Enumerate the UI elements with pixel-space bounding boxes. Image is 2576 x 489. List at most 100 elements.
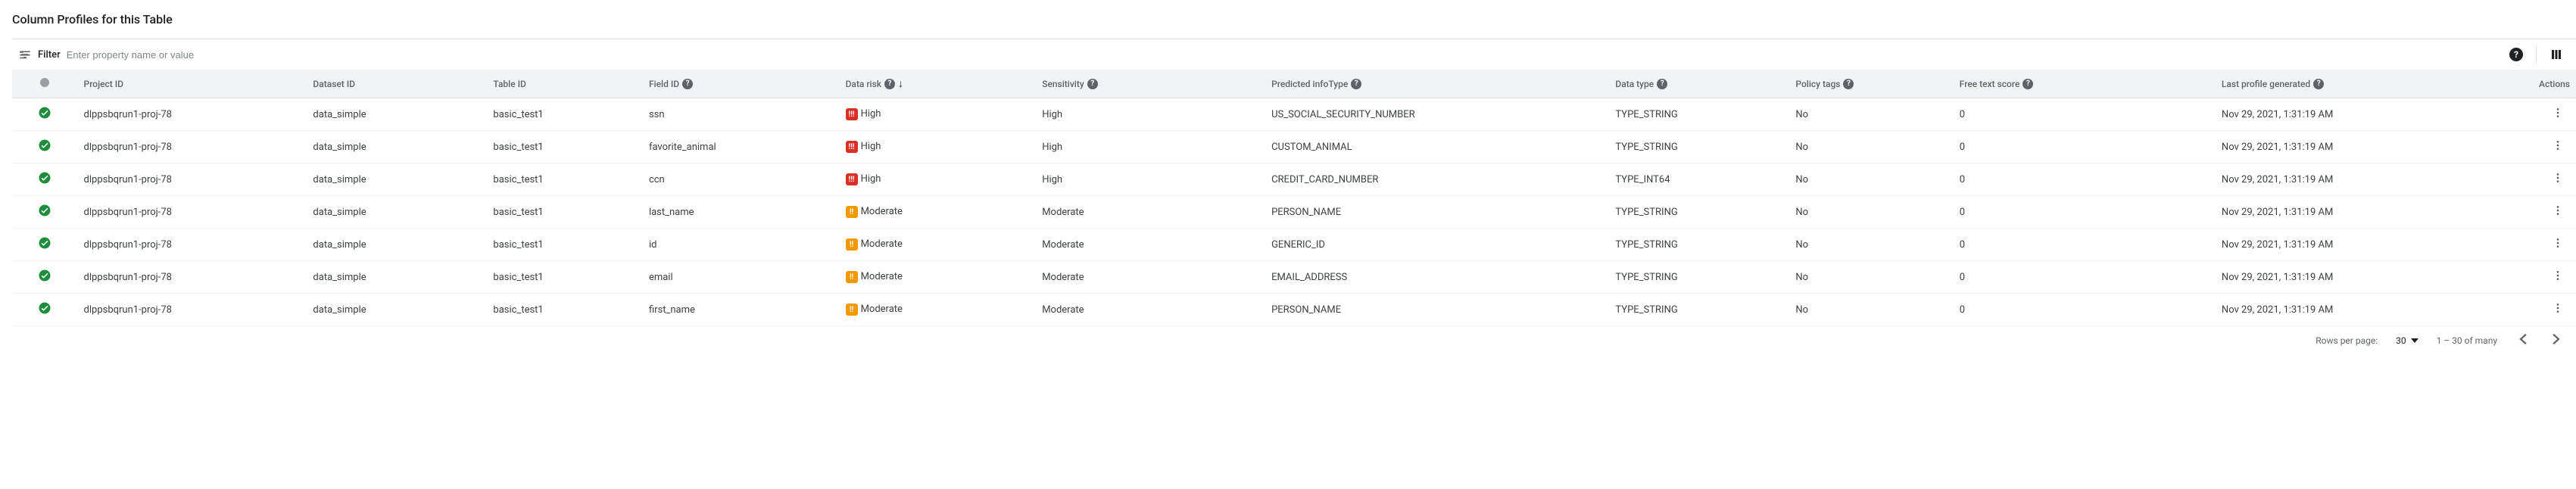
- cell-project-id: dlppsbqrun1-proj-78: [78, 261, 307, 294]
- table-row: dlppsbqrun1-proj-78data_simplebasic_test…: [12, 164, 2576, 196]
- cell-data-risk: !!!High: [840, 164, 1037, 196]
- header-table-id[interactable]: Table ID: [487, 70, 643, 98]
- header-free-text-score[interactable]: Free text score ?: [1954, 70, 2216, 98]
- help-icon: ?: [1087, 79, 1098, 89]
- cell-field-id: first_name: [643, 294, 840, 326]
- table-row: dlppsbqrun1-proj-78data_simplebasic_test…: [12, 294, 2576, 326]
- row-actions-button[interactable]: [2552, 273, 2570, 285]
- header-policy-tags[interactable]: Policy tags ?: [1789, 70, 1953, 98]
- status-success-icon: [38, 139, 51, 152]
- chevron-left-icon: [2519, 334, 2527, 344]
- cell-free-text-score: 0: [1954, 261, 2216, 294]
- cell-last-profile: Nov 29, 2021, 1:31:19 AM: [2216, 294, 2494, 326]
- cell-dataset-id: data_simple: [307, 294, 487, 326]
- cell-dataset-id: data_simple: [307, 261, 487, 294]
- table-header-row: Project ID Dataset ID Table ID Field ID …: [12, 70, 2576, 98]
- cell-sensitivity: Moderate: [1036, 196, 1265, 229]
- cell-dataset-id: data_simple: [307, 164, 487, 196]
- cell-free-text-score: 0: [1954, 294, 2216, 326]
- cell-field-id: ccn: [643, 164, 840, 196]
- cell-datatype: TYPE_STRING: [1609, 196, 1789, 229]
- header-data-risk[interactable]: Data risk ? ↓: [840, 70, 1037, 98]
- pagination-range: 1 – 30 of many: [2437, 335, 2497, 346]
- row-actions-button[interactable]: [2552, 111, 2570, 122]
- cell-datatype: TYPE_STRING: [1609, 98, 1789, 131]
- status-success-icon: [38, 236, 51, 250]
- more-vert-icon: [2552, 107, 2564, 119]
- header-data-type[interactable]: Data type ?: [1609, 70, 1789, 98]
- help-icon: ?: [1843, 79, 1854, 89]
- cell-sensitivity: High: [1036, 164, 1265, 196]
- header-dataset-id[interactable]: Dataset ID: [307, 70, 487, 98]
- risk-badge-icon: !!: [846, 271, 858, 283]
- cell-policy-tags: No: [1789, 261, 1953, 294]
- rows-per-page-select[interactable]: 30: [2396, 335, 2419, 346]
- cell-infotype: PERSON_NAME: [1265, 196, 1609, 229]
- header-actions: Actions: [2494, 70, 2576, 98]
- help-button[interactable]: ?: [2509, 47, 2524, 62]
- cell-datatype: TYPE_INT64: [1609, 164, 1789, 196]
- next-page-button[interactable]: [2549, 334, 2564, 347]
- cell-sensitivity: High: [1036, 98, 1265, 131]
- cell-field-id: last_name: [643, 196, 840, 229]
- cell-policy-tags: No: [1789, 196, 1953, 229]
- filter-input[interactable]: [67, 49, 294, 61]
- cell-infotype: CREDIT_CARD_NUMBER: [1265, 164, 1609, 196]
- cell-last-profile: Nov 29, 2021, 1:31:19 AM: [2216, 196, 2494, 229]
- cell-data-risk: !!Moderate: [840, 261, 1037, 294]
- cell-free-text-score: 0: [1954, 196, 2216, 229]
- prev-page-button[interactable]: [2515, 334, 2531, 347]
- cell-data-risk: !!!High: [840, 98, 1037, 131]
- header-sensitivity[interactable]: Sensitivity ?: [1036, 70, 1265, 98]
- cell-table-id: basic_test1: [487, 294, 643, 326]
- column-display-button[interactable]: [2549, 47, 2564, 62]
- table-row: dlppsbqrun1-proj-78data_simplebasic_test…: [12, 131, 2576, 164]
- table-row: dlppsbqrun1-proj-78data_simplebasic_test…: [12, 196, 2576, 229]
- rows-per-page-label: Rows per page:: [2316, 335, 2378, 346]
- status-dot-icon: [40, 78, 49, 87]
- help-icon: ?: [1351, 79, 1361, 89]
- cell-dataset-id: data_simple: [307, 98, 487, 131]
- cell-field-id: id: [643, 229, 840, 261]
- status-success-icon: [38, 171, 51, 185]
- cell-policy-tags: No: [1789, 229, 1953, 261]
- filter-label: Filter: [38, 49, 61, 61]
- cell-project-id: dlppsbqrun1-proj-78: [78, 229, 307, 261]
- page-title: Column Profiles for this Table: [12, 12, 2576, 26]
- help-icon: ?: [682, 79, 693, 89]
- risk-badge-icon: !!: [846, 238, 858, 251]
- help-icon: ?: [2022, 79, 2033, 89]
- table-row: dlppsbqrun1-proj-78data_simplebasic_test…: [12, 98, 2576, 131]
- cell-free-text-score: 0: [1954, 164, 2216, 196]
- cell-project-id: dlppsbqrun1-proj-78: [78, 196, 307, 229]
- sort-desc-icon: ↓: [898, 77, 903, 90]
- row-actions-button[interactable]: [2552, 176, 2570, 187]
- cell-infotype: EMAIL_ADDRESS: [1265, 261, 1609, 294]
- header-predicted-infotype[interactable]: Predicted infoType ?: [1265, 70, 1609, 98]
- row-actions-button[interactable]: [2552, 143, 2570, 154]
- row-actions-button[interactable]: [2552, 241, 2570, 252]
- cell-infotype: PERSON_NAME: [1265, 294, 1609, 326]
- header-last-profile[interactable]: Last profile generated ?: [2216, 70, 2494, 98]
- row-actions-button[interactable]: [2552, 306, 2570, 317]
- cell-sensitivity: Moderate: [1036, 294, 1265, 326]
- cell-table-id: basic_test1: [487, 164, 643, 196]
- status-success-icon: [38, 204, 51, 217]
- risk-badge-icon: !!!: [846, 108, 858, 120]
- cell-policy-tags: No: [1789, 131, 1953, 164]
- header-status[interactable]: [12, 70, 78, 98]
- header-field-id[interactable]: Field ID ?: [643, 70, 840, 98]
- cell-datatype: TYPE_STRING: [1609, 229, 1789, 261]
- cell-datatype: TYPE_STRING: [1609, 261, 1789, 294]
- cell-field-id: email: [643, 261, 840, 294]
- cell-free-text-score: 0: [1954, 131, 2216, 164]
- cell-data-risk: !!Moderate: [840, 196, 1037, 229]
- help-icon: ?: [1657, 79, 1667, 89]
- cell-infotype: US_SOCIAL_SECURITY_NUMBER: [1265, 98, 1609, 131]
- pagination: Rows per page: 30 1 – 30 of many: [12, 326, 2576, 354]
- cell-last-profile: Nov 29, 2021, 1:31:19 AM: [2216, 261, 2494, 294]
- cell-project-id: dlppsbqrun1-proj-78: [78, 98, 307, 131]
- row-actions-button[interactable]: [2552, 208, 2570, 220]
- header-project-id[interactable]: Project ID: [78, 70, 307, 98]
- cell-infotype: CUSTOM_ANIMAL: [1265, 131, 1609, 164]
